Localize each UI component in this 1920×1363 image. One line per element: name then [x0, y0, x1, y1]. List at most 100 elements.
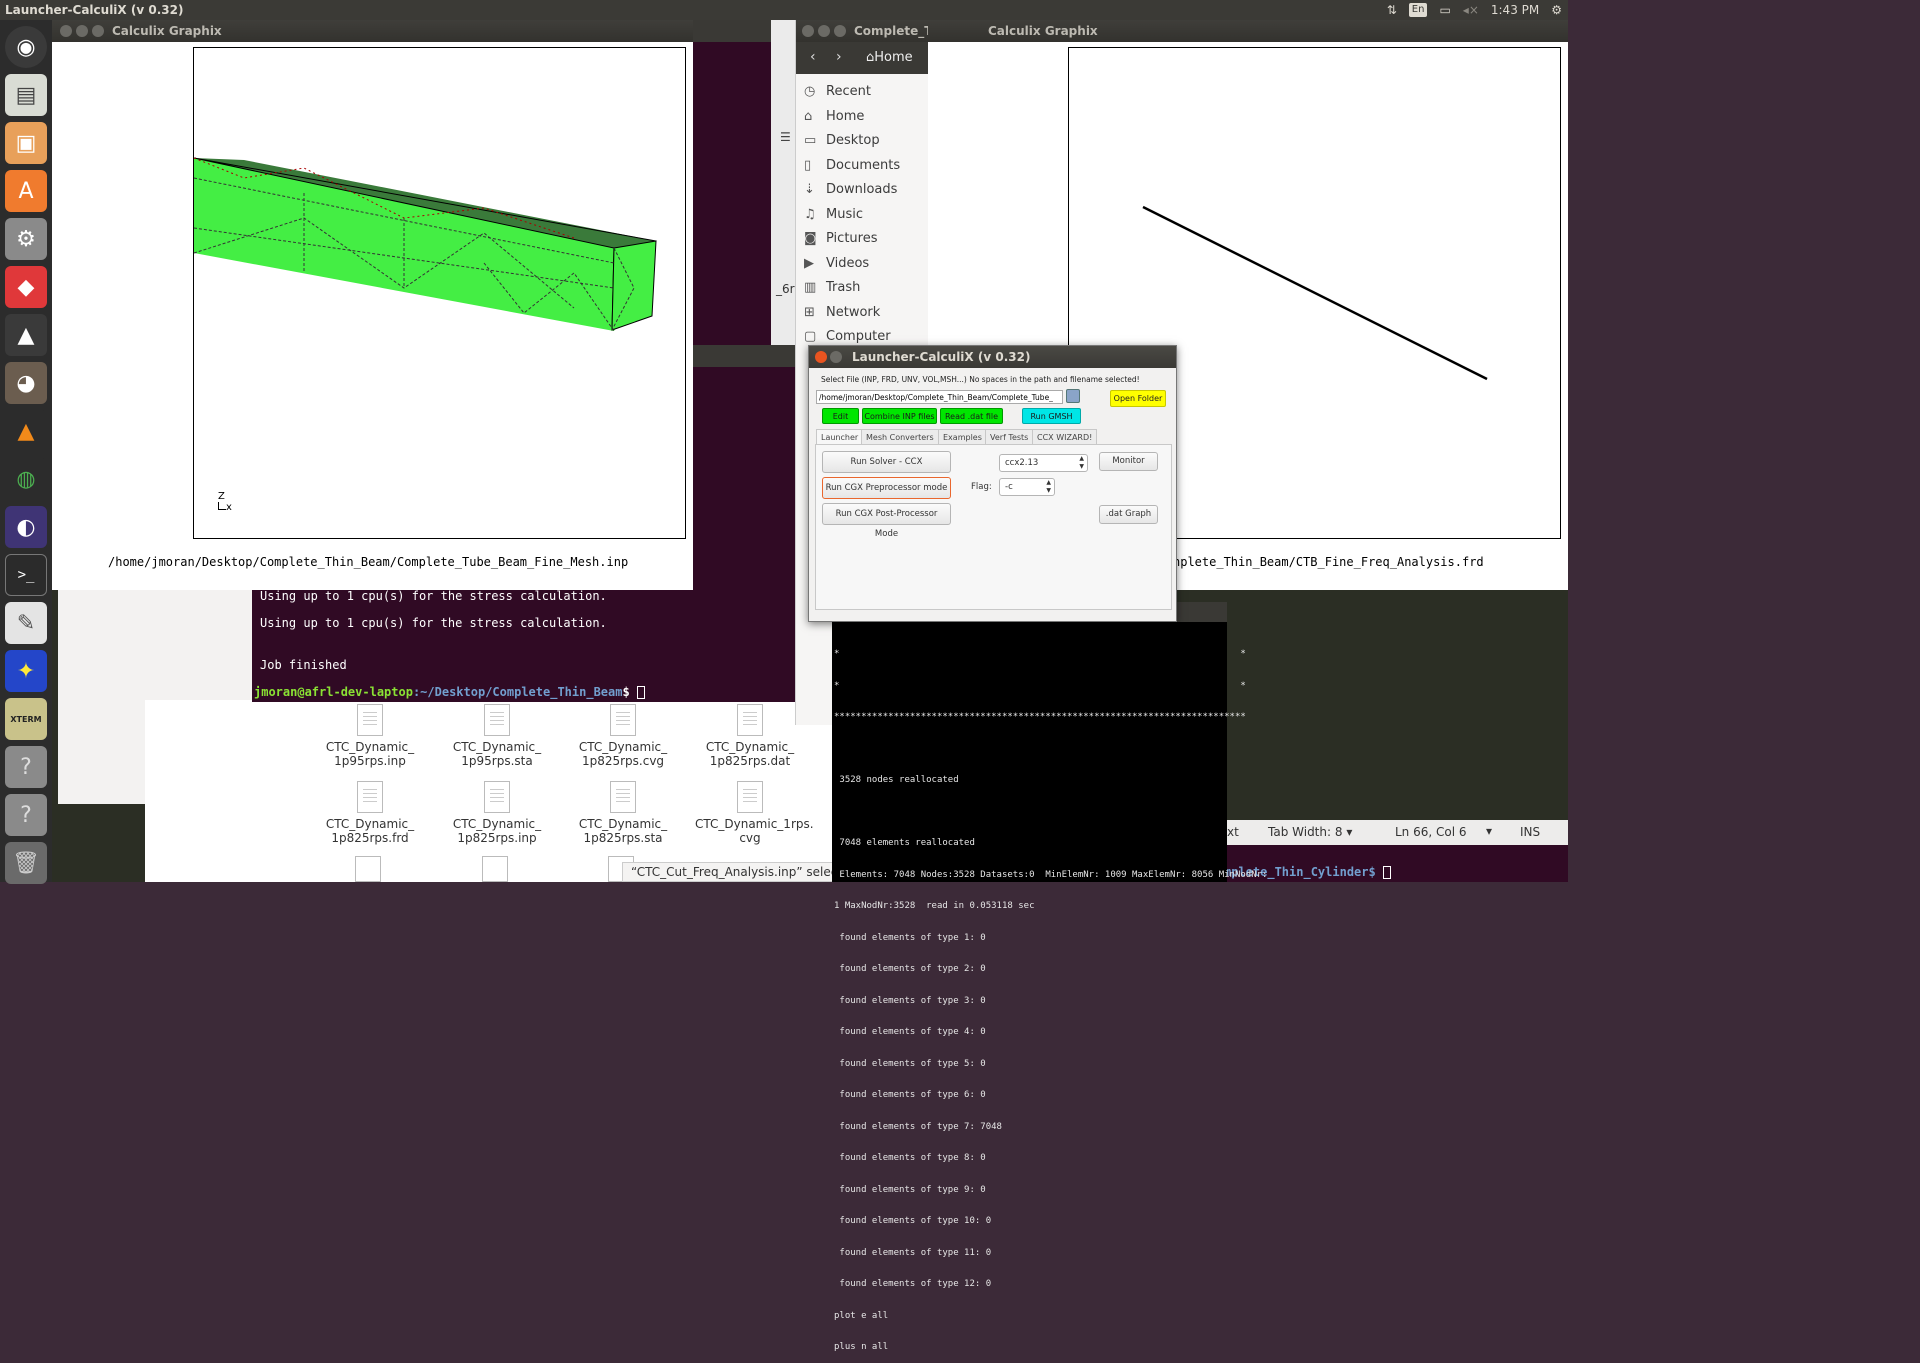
home-path-button[interactable]: ⌂Home [866, 50, 913, 65]
network-arrows-icon[interactable]: ⇅ [1387, 0, 1397, 20]
impress-icon[interactable]: ▣ [5, 122, 47, 164]
terminal-icon[interactable]: >_ [5, 554, 47, 596]
tab-ccx-wizard[interactable]: CCX WIZARD! [1032, 429, 1098, 444]
dat-graph-button[interactable]: .dat Graph [1099, 505, 1158, 524]
cgx-line: found elements of type 8: 0 [834, 1153, 986, 1163]
solver-select[interactable]: ccx2.13 ▲ ▼ [999, 454, 1088, 472]
sidebar-item-documents[interactable]: ▯ Documents [796, 154, 928, 179]
sidebar-item-downloads[interactable]: ⇣ Downloads [796, 178, 928, 203]
star-icon[interactable]: ✦ [5, 650, 47, 692]
tab-launcher[interactable]: Launcher [816, 429, 864, 445]
terminal-back-titlebar [693, 20, 771, 42]
battery-icon[interactable]: ▭ [1439, 0, 1450, 20]
gear-icon[interactable]: ⚙ [1551, 0, 1562, 20]
xterm-icon[interactable]: XTERM [5, 698, 47, 740]
edit-button[interactable]: Edit [822, 408, 859, 424]
sidebar-item-trash[interactable]: ▥ Trash [796, 276, 928, 301]
save-file-icon[interactable] [1066, 389, 1080, 403]
terminal-window-bottom[interactable]: mplete_Thin_Cylinder$ [1220, 845, 1568, 882]
sidebar-label: Computer [826, 329, 891, 344]
software-center-icon[interactable]: A [5, 170, 47, 212]
file-item[interactable]: CTC_Dynamic_1rps. cvg [695, 781, 814, 845]
chrome-icon[interactable]: ◍ [5, 458, 47, 500]
file-item[interactable]: CTC_Dynamic_ 1p825rps.sta [568, 781, 678, 845]
files-icon[interactable]: ▤ [5, 74, 47, 116]
sidebar-item-home[interactable]: ⌂ Home [796, 105, 928, 130]
flag-value: -c [1005, 482, 1013, 492]
gimp-icon[interactable]: ◕ [5, 362, 47, 404]
clock[interactable]: 1:43 PM [1491, 0, 1539, 20]
close-icon[interactable] [802, 25, 814, 37]
maximize-icon[interactable] [834, 25, 846, 37]
run-cgx-post-button[interactable]: Run CGX Post-Processor Mode [822, 503, 951, 539]
sidebar-item-music[interactable]: ♫ Music [796, 203, 928, 228]
camera-icon: ◙ [804, 231, 817, 246]
left-graphix-titlebar: Calculix Graphix [52, 20, 693, 42]
file-item[interactable]: CTC_Dynamic_ 1p95rps.inp [315, 704, 425, 768]
minimize-icon[interactable] [830, 351, 842, 363]
volume-muted-icon[interactable]: ◂× [1463, 0, 1479, 20]
file-name: CTC_Dynamic_ [325, 817, 415, 831]
document-icon[interactable] [355, 856, 381, 882]
tab-width-selector[interactable]: Tab Width: 8 ▾ [1268, 825, 1352, 839]
eclipse-icon[interactable]: ◐ [5, 506, 47, 548]
run-solver-button[interactable]: Run Solver - CCX [822, 451, 951, 473]
vlc-icon[interactable]: ▲ [5, 410, 47, 452]
open-folder-button[interactable]: Open Folder [1110, 390, 1166, 407]
document-icon: ▯ [804, 157, 812, 173]
combine-inp-button[interactable]: Combine INP files [862, 408, 937, 424]
git-icon[interactable]: ◆ [5, 266, 47, 308]
sidebar-item-recent[interactable]: ◷ Recent [796, 80, 928, 105]
file-path-input[interactable] [816, 390, 1063, 404]
help-icon-2[interactable]: ? [5, 794, 47, 836]
home-icon: ⌂ [804, 108, 813, 124]
help-icon[interactable]: ? [5, 746, 47, 788]
text-editor-icon[interactable]: ✎ [5, 602, 47, 644]
tab-verf-tests[interactable]: Verf Tests [985, 429, 1034, 444]
file-name: CTC_Dynamic_ [578, 817, 668, 831]
run-gmsh-button[interactable]: Run GMSH [1022, 408, 1081, 424]
maximize-icon[interactable] [92, 25, 104, 37]
tab-mesh-converters[interactable]: Mesh Converters [861, 429, 939, 444]
file-item[interactable]: CTC_Dynamic_ 1p95rps.sta [442, 704, 552, 768]
trash-icon[interactable]: 🗑 [5, 842, 47, 884]
document-icon[interactable] [482, 856, 508, 882]
left-graphix-canvas[interactable]: Z x [193, 47, 686, 539]
flag-input[interactable]: -c ▲ ▼ [999, 478, 1055, 496]
sidebar-item-desktop[interactable]: ▭ Desktop [796, 129, 928, 154]
close-icon[interactable] [60, 25, 72, 37]
sidebar-item-pictures[interactable]: ◙ Pictures [796, 227, 928, 252]
cgx-terminal[interactable]: * * * * ********************************… [832, 622, 1267, 1352]
back-icon[interactable]: ‹ [810, 49, 816, 65]
indicator-area: ⇅ En ▭ ◂× 1:43 PM ⚙ [1387, 0, 1562, 20]
sidebar-item-network[interactable]: ⊞ Network [796, 301, 928, 326]
keyboard-indicator[interactable]: En [1408, 3, 1428, 17]
tab-examples[interactable]: Examples [938, 429, 987, 444]
trash-icon: ▥ [804, 280, 817, 295]
cgx-line: found elements of type 3: 0 [834, 995, 986, 1006]
ubuntu-dash-icon[interactable]: ◉ [5, 26, 47, 68]
sidebar-label: Network [826, 304, 881, 320]
chevron-down-icon[interactable]: ▾ [1486, 824, 1492, 838]
syntax-partial[interactable]: xt [1227, 825, 1239, 839]
cgx-line: 7048 elements reallocated [834, 838, 975, 848]
settings-icon[interactable]: ⚙ [5, 218, 47, 260]
minimize-icon[interactable] [818, 25, 830, 37]
list-view-icon[interactable]: ☰ [780, 130, 791, 144]
clock-icon: ◷ [804, 84, 816, 99]
file-item[interactable]: CTC_Dynamic_ 1p825rps.dat [695, 704, 805, 768]
folder-icon: ▭ [804, 133, 817, 148]
forward-icon[interactable]: › [836, 49, 842, 65]
sidebar-label: Desktop [826, 133, 880, 148]
inkscape-icon[interactable]: ▲ [5, 314, 47, 356]
run-cgx-pre-button[interactable]: Run CGX Preprocessor mode [822, 477, 951, 499]
close-icon[interactable] [815, 351, 827, 363]
file-item[interactable]: CTC_Dynamic_ 1p825rps.frd [315, 781, 425, 845]
sidebar-label: Home [826, 108, 865, 124]
minimize-icon[interactable] [76, 25, 88, 37]
monitor-button[interactable]: Monitor [1099, 452, 1158, 471]
sidebar-item-videos[interactable]: ▶ Videos [796, 252, 928, 277]
read-dat-button[interactable]: Read .dat file [940, 408, 1003, 424]
file-item[interactable]: CTC_Dynamic_ 1p825rps.inp [442, 781, 552, 845]
file-item[interactable]: CTC_Dynamic_ 1p825rps.cvg [568, 704, 678, 768]
